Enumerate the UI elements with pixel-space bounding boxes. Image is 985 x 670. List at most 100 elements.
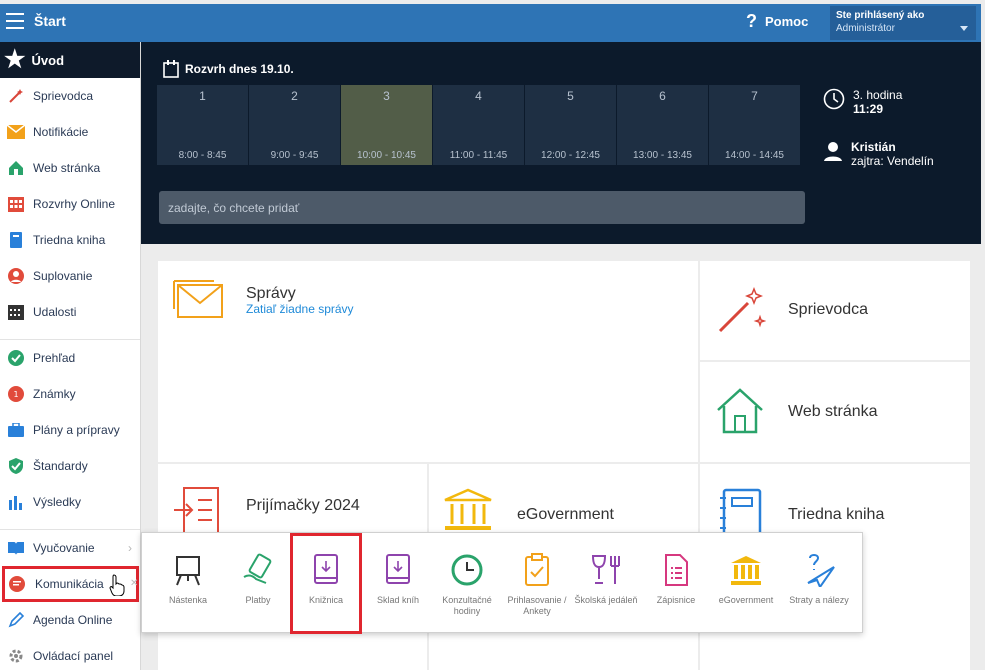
submenu-item-label: Zápisnice xyxy=(656,595,696,605)
tile-sublabel: Zatiaľ žiadne správy xyxy=(246,302,354,316)
period-time: 8:00 - 8:45 xyxy=(178,150,227,161)
schedule-panel: Rozvrh dnes 19.10. 1 8:00 - 8:45 2 9:00 - … xyxy=(141,42,981,244)
easel-icon xyxy=(176,556,200,586)
sidebar-item-standardy[interactable]: Štandardy xyxy=(0,448,140,484)
submenu-item-sklad-knih[interactable]: Sklad kníh xyxy=(364,533,432,634)
sidebar-item-web[interactable]: Web stránka xyxy=(0,150,140,186)
user-dropdown[interactable]: Ste prihlásený ako Administrátor xyxy=(830,6,976,40)
period-cell-current[interactable]: 3 10:00 - 10:45 xyxy=(341,85,432,165)
sidebar-item-ovladaci-panel[interactable]: Ovládací panel xyxy=(0,638,140,670)
sidebar-item-vysledky[interactable]: Výsledky xyxy=(0,484,140,520)
period-number: 6 xyxy=(659,89,666,103)
user-label: Ste prihlásený ako xyxy=(836,10,925,21)
sidebar-item-label: Notifikácie xyxy=(33,125,89,139)
sidebar-divider xyxy=(0,330,140,340)
notebook-icon xyxy=(720,488,762,538)
schedule-title: Rozvrh dnes 19.10. xyxy=(163,60,294,78)
book-download-icon xyxy=(314,554,338,584)
sidebar-item-vyucovanie[interactable]: Vyučovanie › xyxy=(0,530,140,566)
sidebar-divider xyxy=(0,520,140,530)
period-cell[interactable]: 5 12:00 - 12:45 xyxy=(525,85,616,165)
period-time: 13:00 - 13:45 xyxy=(633,150,692,161)
submenu-item-konzultacne-hodiny[interactable]: Konzultačné hodiny xyxy=(433,533,501,634)
period-cell[interactable]: 7 14:00 - 14:45 xyxy=(709,85,800,165)
period-cell[interactable]: 6 13:00 - 13:45 xyxy=(617,85,708,165)
sidebar-item-label: Vyučovanie xyxy=(33,541,95,555)
svg-text:1: 1 xyxy=(13,390,18,399)
lost-found-icon xyxy=(807,554,835,587)
help-button[interactable]: ? Pomoc xyxy=(746,11,808,32)
submenu-item-egovernment[interactable]: eGovernment xyxy=(712,533,780,634)
person-icon xyxy=(824,142,842,161)
period-time: 14:00 - 14:45 xyxy=(725,150,784,161)
nameday-info: Kristián zajtra: Vendelín xyxy=(823,140,934,168)
sidebar-item-label: Plány a prípravy xyxy=(33,423,120,437)
sidebar-item-rozvrhy[interactable]: Rozvrhy Online xyxy=(0,186,140,222)
sidebar-item-plany[interactable]: Plány a prípravy xyxy=(0,412,140,448)
period-cell[interactable]: 2 9:00 - 9:45 xyxy=(249,85,340,165)
briefcase-icon xyxy=(7,421,25,439)
government-building-icon xyxy=(731,556,761,585)
sidebar-item-sprievodca[interactable]: Sprievodca xyxy=(0,78,140,114)
period-number: 7 xyxy=(751,89,758,103)
current-hour-info: 3. hodina 11:29 xyxy=(823,88,902,116)
submenu-item-jedalen[interactable]: Školská jedáleň xyxy=(572,533,640,634)
period-time: 11:00 - 11:45 xyxy=(449,150,508,161)
nameday-today: Kristián xyxy=(851,140,896,154)
tile-web[interactable]: Web stránka xyxy=(700,362,970,462)
hamburger-menu-icon[interactable] xyxy=(6,13,24,29)
submenu-item-platby[interactable]: Platby xyxy=(224,533,292,634)
close-icon[interactable]: ✕ xyxy=(130,578,138,589)
sidebar-item-label: Komunikácia xyxy=(35,577,104,591)
period-cell[interactable]: 4 11:00 - 11:45 xyxy=(433,85,524,165)
app-window: Štart ? Pomoc Ste prihlásený ako Adminis… xyxy=(0,0,985,670)
submenu-item-zapisnice[interactable]: Zápisnice xyxy=(642,533,710,634)
submenu-item-straty-a-nalezy[interactable]: Straty a nálezy xyxy=(782,533,856,634)
bar-chart-icon xyxy=(7,493,25,511)
house-icon xyxy=(7,159,25,177)
app-title: Štart xyxy=(34,13,66,29)
user-name: Administrátor xyxy=(836,23,895,34)
sidebar-item-udalosti[interactable]: Udalosti xyxy=(0,294,140,330)
chevron-down-icon xyxy=(960,26,968,31)
period-number: 4 xyxy=(475,89,482,103)
tile-label: Prijímačky 2024 xyxy=(246,497,360,514)
submenu-item-label: Školská jedáleň xyxy=(574,595,638,605)
submenu-item-label: Straty a nálezy xyxy=(789,595,849,605)
tile-sprievodca[interactable]: Sprievodca xyxy=(700,261,970,360)
sidebar-item-label: Výsledky xyxy=(33,495,82,509)
calendar-grid-icon xyxy=(7,195,25,213)
sidebar-header-label: Úvod xyxy=(31,52,65,68)
period-cell[interactable]: 1 8:00 - 8:45 xyxy=(157,85,248,165)
submenu-item-kniznica[interactable]: Knižnica xyxy=(290,533,362,634)
tile-label: Web stránka xyxy=(788,403,878,420)
period-number: 5 xyxy=(567,89,574,103)
submenu-item-prihlasovanie[interactable]: Prihlasovanie / Ankety xyxy=(503,533,571,634)
chat-icon xyxy=(9,575,27,593)
pencil-icon xyxy=(7,611,25,629)
sidebar-item-uvod[interactable]: ★ Úvod xyxy=(0,42,140,78)
sidebar-item-label: Prehľad xyxy=(33,351,76,365)
period-time: 9:00 - 9:45 xyxy=(270,150,319,161)
quick-add-input[interactable]: zadajte, čo chcete pridať xyxy=(159,191,805,224)
sidebar-item-suplovanie[interactable]: Suplovanie xyxy=(0,258,140,294)
sidebar-item-znamky[interactable]: 1 Známky xyxy=(0,376,140,412)
sidebar-item-triedna-kniha[interactable]: Triedna kniha xyxy=(0,222,140,258)
sidebar-item-label: Agenda Online xyxy=(33,613,113,627)
sidebar-item-prehlad[interactable]: Prehľad xyxy=(0,340,140,376)
sidebar-item-notifikacie[interactable]: Notifikácie xyxy=(0,114,140,150)
sidebar-item-label: Triedna kniha xyxy=(33,233,106,247)
period-time: 10:00 - 10:45 xyxy=(357,150,416,161)
money-hand-icon xyxy=(243,553,272,584)
envelope-icon xyxy=(173,280,223,318)
clock-icon xyxy=(823,88,845,110)
person-icon xyxy=(7,267,25,285)
top-bar: Štart ? Pomoc Ste prihlásený ako Adminis… xyxy=(0,4,981,42)
submenu-item-nastenka[interactable]: Nástenka xyxy=(154,533,222,634)
tile-spravy[interactable]: Správy Zatiaľ žiadne správy xyxy=(158,261,698,462)
schedule-title-label: Rozvrh dnes 19.10. xyxy=(185,62,294,76)
calendar-icon xyxy=(163,60,179,78)
house-icon xyxy=(717,388,763,434)
chevron-right-icon: › xyxy=(128,541,132,555)
sidebar-item-agenda[interactable]: Agenda Online xyxy=(0,602,140,638)
